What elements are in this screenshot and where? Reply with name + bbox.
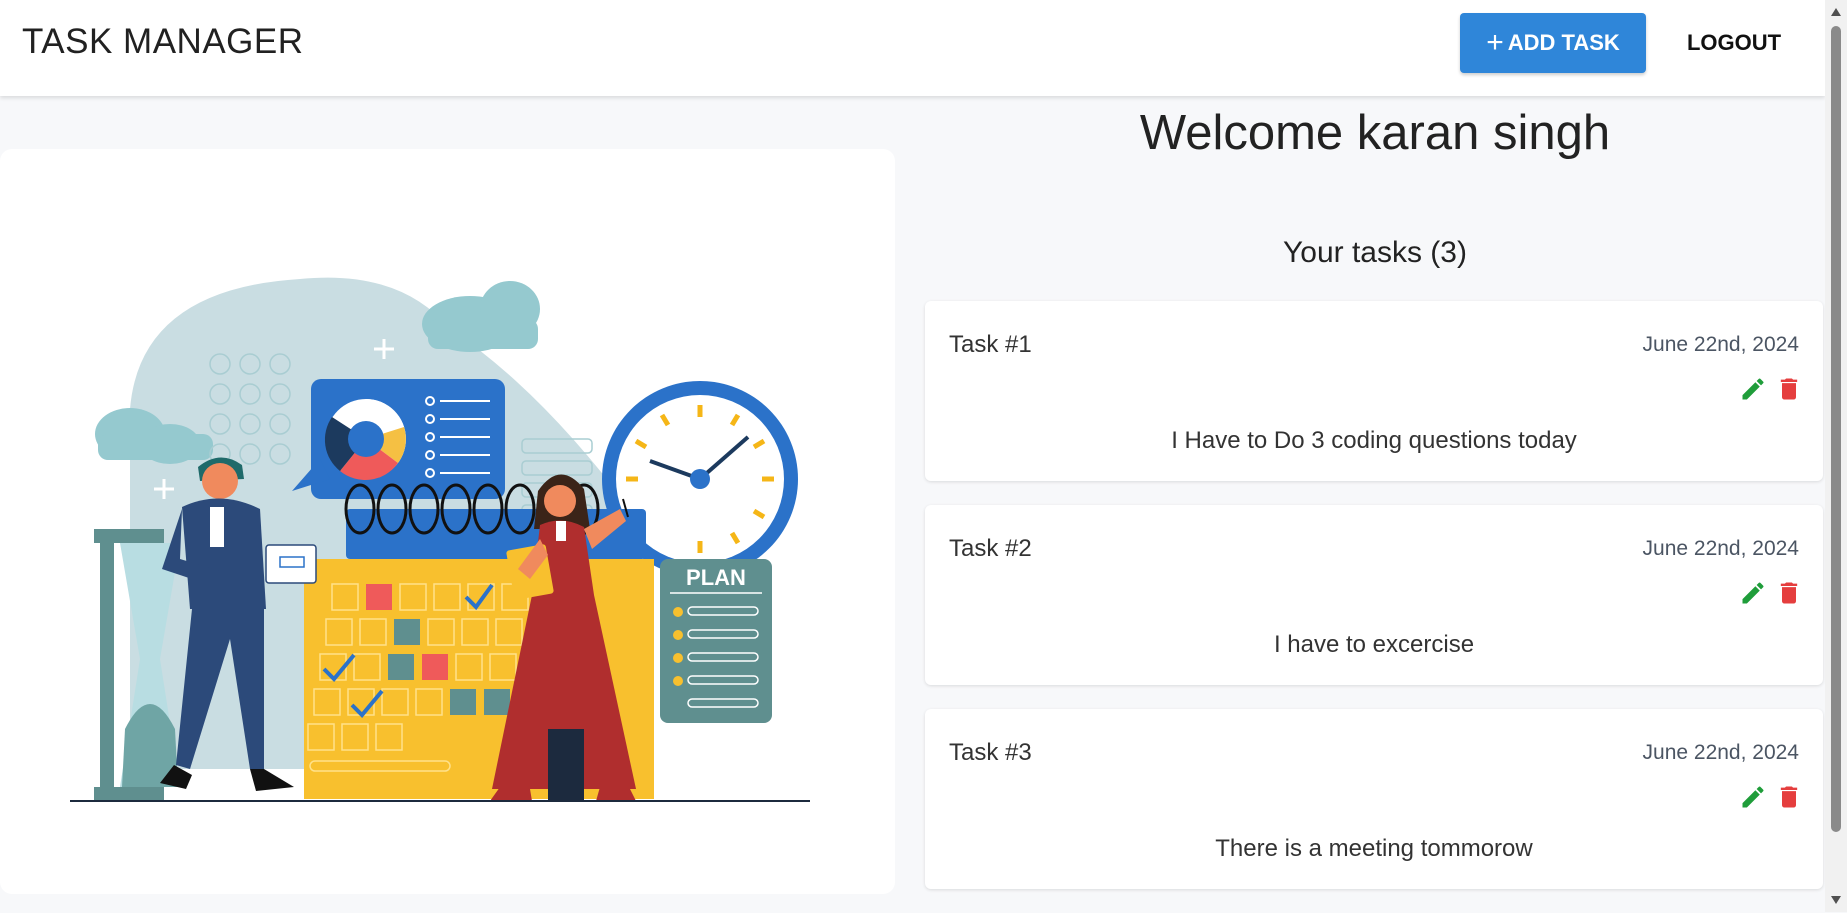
task-date: June 22nd, 2024 [1642,333,1799,356]
welcome-heading: Welcome karan singh [1139,106,1611,160]
task-date: June 22nd, 2024 [1642,741,1799,764]
page-scrollbar[interactable] [1825,0,1847,912]
scrollbar-thumb[interactable] [1831,26,1841,832]
task-date: June 22nd, 2024 [1642,537,1799,560]
pencil-icon[interactable] [1739,375,1767,403]
task-description: There is a meeting tommorow [1215,835,1533,862]
add-task-label: ADD TASK [1507,30,1620,55]
trash-icon[interactable] [1775,375,1803,403]
trash-icon[interactable] [1775,783,1803,811]
task-description: I have to excercise [1273,631,1475,658]
top-bar: TASK MANAGER + ADD TASK LOGOUT [0,0,1825,96]
pencil-icon[interactable] [1739,783,1767,811]
app-title: TASK MANAGER [22,22,304,61]
pencil-icon[interactable] [1739,579,1767,607]
task-planning-illustration: PLAN [70,277,810,802]
add-task-button[interactable]: + ADD TASK [1460,13,1646,73]
task-actions [1739,375,1803,403]
scroll-down-arrow-icon[interactable] [1831,896,1841,904]
task-title: Task #2 [949,535,1032,562]
trash-icon[interactable] [1775,579,1803,607]
task-title: Task #3 [949,739,1032,766]
task-actions [1739,579,1803,607]
tasks-heading: Your tasks (3) [1283,236,1467,269]
task-card: Task #2 June 22nd, 2024 I have to excerc… [925,505,1823,685]
task-title: Task #1 [949,331,1032,358]
task-list: Task #1 June 22nd, 2024 I Have to Do 3 c… [925,301,1823,913]
task-card: Task #1 June 22nd, 2024 I Have to Do 3 c… [925,301,1823,481]
scroll-up-arrow-icon[interactable] [1831,8,1841,16]
task-description: I Have to Do 3 coding questions today [1171,427,1577,454]
illustration-card: PLAN [0,149,895,894]
task-actions [1739,783,1803,811]
plan-label: PLAN [686,565,746,590]
task-card: Task #3 June 22nd, 2024 There is a meeti… [925,709,1823,889]
plus-icon: + [1486,26,1504,59]
logout-button[interactable]: LOGOUT [1672,13,1796,73]
